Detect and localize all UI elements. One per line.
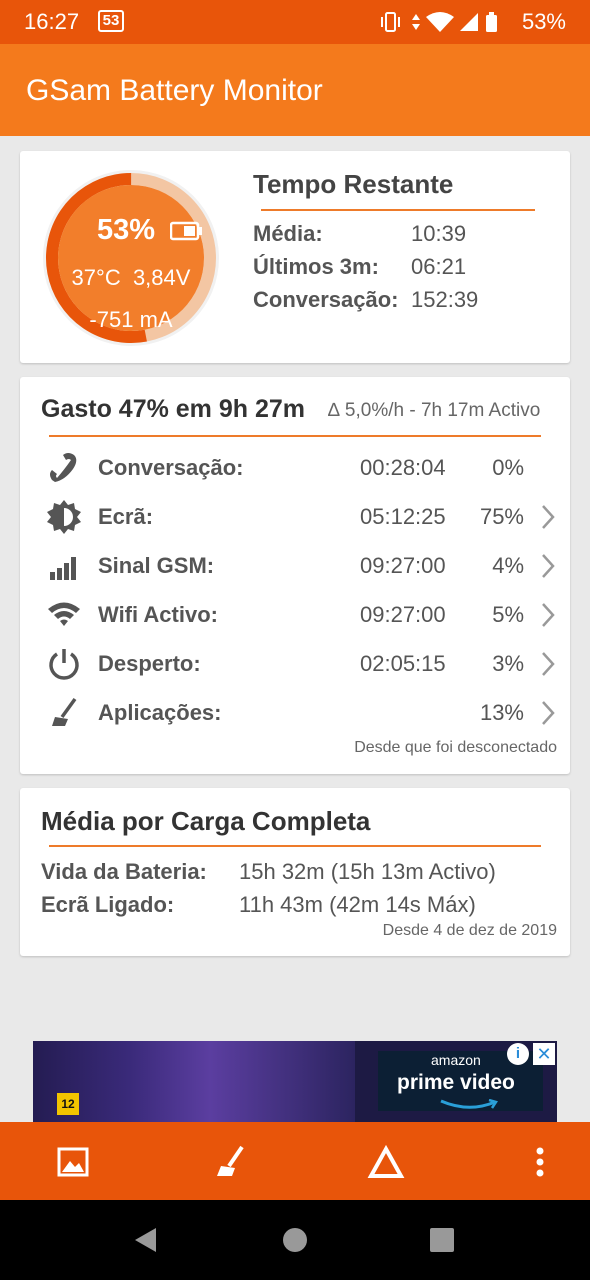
wifi-icon xyxy=(48,602,80,626)
usage-percent: 5% xyxy=(492,602,524,627)
status-icons xyxy=(381,12,497,32)
full-charge-label: Ecrã Ligado: xyxy=(41,892,175,917)
chevron-right-icon[interactable] xyxy=(540,504,556,530)
usage-percent: 75% xyxy=(479,504,524,529)
usage-row-screen[interactable]: Ecrã: 05:12:25 75% xyxy=(20,496,570,536)
ad-smile-icon xyxy=(440,1099,498,1109)
full-charge-since: Desde 4 de dez de 2019 xyxy=(382,922,557,939)
chevron-right-icon[interactable] xyxy=(540,553,556,579)
divider xyxy=(261,209,535,211)
usage-percent: 0% xyxy=(492,455,524,480)
full-charge-title: Média por Carga Completa xyxy=(41,806,371,836)
battery-gauge: 53% 37°C 3,84V -751 mA xyxy=(40,167,222,349)
usage-label: Desperto: xyxy=(98,651,201,676)
system-navigation-bar xyxy=(0,1200,590,1280)
age-rating-badge: 12 xyxy=(57,1093,79,1115)
power-icon xyxy=(49,649,79,680)
battery-icon xyxy=(170,221,202,241)
ad-brand-main: prime video xyxy=(397,1071,515,1094)
wifi-status-icon xyxy=(426,12,454,32)
battery-current: -751 mA xyxy=(89,307,173,332)
broom-icon xyxy=(52,697,77,726)
app-title: GSam Battery Monitor xyxy=(26,74,323,107)
time-remaining-value: 06:21 xyxy=(411,254,467,279)
divider xyxy=(49,845,541,847)
time-remaining-label: Últimos 3m: xyxy=(253,254,379,279)
ad-poster-image xyxy=(33,1041,355,1122)
broom-icon[interactable] xyxy=(210,1142,250,1182)
image-icon[interactable] xyxy=(53,1142,93,1182)
status-bar: 16:27 53 53% xyxy=(0,0,590,44)
usage-percent: 4% xyxy=(492,553,524,578)
usage-label: Sinal GSM: xyxy=(98,553,215,578)
usage-time: 00:28:04 xyxy=(360,455,446,480)
back-icon[interactable] xyxy=(130,1224,162,1256)
battery-temperature: 37°C xyxy=(71,265,121,290)
full-charge-value: 15h 32m (15h 13m Activo) xyxy=(239,859,496,884)
usage-subtitle: ∆ 5,0%/h - 7h 17m Activo xyxy=(328,400,541,421)
usage-label: Ecrã: xyxy=(98,504,154,529)
usage-time: 05:12:25 xyxy=(360,504,446,529)
usage-row-call: Conversação: 00:28:04 0% xyxy=(20,447,570,487)
usage-row-signal[interactable]: Sinal GSM: 09:27:00 4% xyxy=(20,545,570,585)
temp-voltage: 37°C 3,84V xyxy=(40,265,222,291)
phone-icon xyxy=(50,453,77,482)
usage-title: Gasto 47% em 9h 27m xyxy=(41,395,306,423)
time-remaining-value: 10:39 xyxy=(411,221,467,246)
cell-signal-icon xyxy=(460,13,478,31)
usage-label: Wifi Activo: xyxy=(98,602,218,627)
ad-info-icon[interactable]: i xyxy=(507,1043,529,1065)
chevron-right-icon[interactable] xyxy=(540,602,556,628)
notification-badge: 53 xyxy=(98,10,124,32)
usage-label: Conversação: xyxy=(98,455,244,480)
usage-percent: 3% xyxy=(492,651,524,676)
divider xyxy=(49,435,541,437)
battery-card[interactable]: 53% 37°C 3,84V -751 mA Tempo Restante Mé… xyxy=(20,151,570,363)
full-charge-value: 11h 43m (42m 14s Máx) xyxy=(239,892,476,917)
more-options-icon[interactable] xyxy=(520,1142,560,1182)
usage-time: 09:27:00 xyxy=(360,602,446,627)
usage-percent: 13% xyxy=(479,700,524,725)
brightness-icon xyxy=(47,500,81,534)
battery-percent: 53% xyxy=(97,214,156,246)
home-icon[interactable] xyxy=(279,1224,311,1256)
ad-brand-top: amazon xyxy=(431,1052,481,1068)
time-remaining-label: Média: xyxy=(253,221,323,246)
usage-row-wifi[interactable]: Wifi Activo: 09:27:00 5% xyxy=(20,594,570,634)
signal-icon xyxy=(50,557,76,580)
usage-time: 02:05:15 xyxy=(360,651,446,676)
full-charge-label: Vida da Bateria: xyxy=(41,859,207,884)
recents-icon[interactable] xyxy=(426,1224,458,1256)
time-remaining-title: Tempo Restante xyxy=(253,169,454,199)
status-battery-percent: 53% xyxy=(521,9,566,34)
time-remaining-label: Conversação: xyxy=(253,287,399,312)
usage-since: Desde que foi desconectado xyxy=(354,739,557,756)
usage-row-awake[interactable]: Desperto: 02:05:15 3% xyxy=(20,643,570,683)
chevron-right-icon[interactable] xyxy=(540,651,556,677)
app-bar: GSam Battery Monitor xyxy=(0,44,590,136)
chevron-right-icon[interactable] xyxy=(540,700,556,726)
usage-card: Gasto 47% em 9h 27m ∆ 5,0%/h - 7h 17m Ac… xyxy=(20,377,570,774)
usage-row-apps[interactable]: Aplicações: 13% xyxy=(20,692,570,732)
full-charge-card: Média por Carga Completa Vida da Bateria… xyxy=(20,788,570,956)
ad-close-icon[interactable]: ✕ xyxy=(533,1043,555,1065)
vibrate-icon xyxy=(381,12,400,32)
usage-time: 09:27:00 xyxy=(360,553,446,578)
ad-banner[interactable]: 12 amazon prime video i ✕ xyxy=(33,1041,557,1122)
delta-icon[interactable] xyxy=(366,1142,406,1182)
bottom-toolbar xyxy=(0,1122,590,1200)
data-arrows-icon xyxy=(412,14,420,30)
usage-label: Aplicações: xyxy=(98,700,222,725)
battery-voltage: 3,84V xyxy=(132,265,191,290)
battery-status-icon xyxy=(486,12,497,32)
time-remaining-value: 152:39 xyxy=(411,287,479,312)
status-time: 16:27 xyxy=(24,9,80,34)
